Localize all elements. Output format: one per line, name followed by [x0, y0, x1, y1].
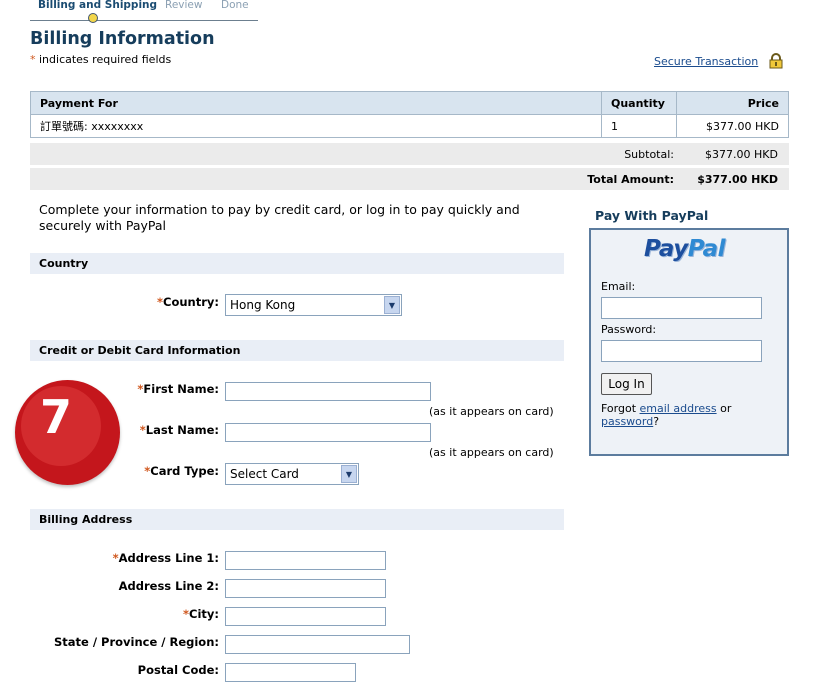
state-label: State / Province / Region:: [53, 635, 219, 649]
last-name-hint: (as it appears on card): [429, 446, 554, 459]
paypal-logo-pal: Pal: [687, 236, 726, 262]
section-title: Credit or Debit Card Information: [39, 344, 241, 357]
address-line-1-label-text: Address Line 1:: [118, 551, 219, 565]
total-row: Total Amount: $377.00 HKD: [30, 168, 789, 190]
required-note: * indicates required fields: [30, 53, 171, 66]
section-title: Country: [39, 257, 89, 270]
col-price: Price: [676, 91, 789, 115]
paypal-password-input[interactable]: [601, 340, 762, 362]
table-header-row: Payment For Quantity Price: [30, 91, 789, 115]
forgot-password-link[interactable]: password: [601, 415, 653, 428]
last-name-label: *Last Name:: [100, 423, 219, 437]
lock-icon: [769, 53, 783, 69]
city-input[interactable]: [225, 607, 386, 626]
checkout-progress: Billing and Shipping Review Done: [30, 0, 258, 23]
country-select[interactable]: Hong Kong ▼: [225, 294, 402, 316]
paypal-password-label: Password:: [601, 323, 657, 336]
card-type-label-text: Card Type:: [150, 464, 219, 478]
col-quantity: Quantity: [601, 91, 677, 115]
first-name-label-text: First Name:: [143, 382, 219, 396]
first-name-input[interactable]: [225, 382, 431, 401]
progress-marker-icon: [88, 13, 98, 23]
required-star-icon: *: [30, 53, 36, 66]
billing-address-section-header: Billing Address: [30, 509, 564, 530]
forgot-suffix: ?: [653, 415, 660, 428]
country-label-text: Country:: [163, 295, 219, 309]
first-name-label: *First Name:: [100, 382, 219, 396]
city-label: *City:: [40, 607, 219, 621]
col-payment-for: Payment For: [30, 91, 602, 115]
item-cell: 訂單號碼: xxxxxxxx: [30, 114, 602, 138]
badge-number: 7: [39, 390, 72, 444]
state-input[interactable]: [225, 635, 410, 654]
last-name-label-text: Last Name:: [145, 423, 219, 437]
price-cell: $377.00 HKD: [676, 114, 789, 138]
required-note-text: indicates required fields: [39, 53, 172, 66]
paypal-title: Pay With PayPal: [595, 208, 709, 223]
total-label: Total Amount:: [587, 173, 674, 186]
payment-table: Payment For Quantity Price 訂單號碼: xxxxxxx…: [30, 91, 789, 138]
paypal-email-input[interactable]: [601, 297, 762, 319]
last-name-input[interactable]: [225, 423, 431, 442]
table-row: 訂單號碼: xxxxxxxx 1 $377.00 HKD: [30, 114, 789, 138]
subtotal-value: $377.00 HKD: [705, 148, 778, 161]
card-type-select[interactable]: Select Card ▼: [225, 463, 359, 485]
country-section-header: Country: [30, 253, 564, 274]
forgot-credentials-text: Forgot email address or password?: [601, 402, 771, 428]
paypal-logo-pay: Pay: [644, 236, 688, 262]
paypal-email-label: Email:: [601, 280, 636, 293]
forgot-prefix: Forgot: [601, 402, 637, 415]
chevron-down-icon: ▼: [341, 465, 357, 483]
secure-transaction-link[interactable]: Secure Transaction: [654, 55, 758, 68]
first-name-hint: (as it appears on card): [429, 405, 554, 418]
city-label-text: City:: [189, 607, 219, 621]
postal-code-input[interactable]: [225, 663, 356, 682]
total-value: $377.00 HKD: [697, 173, 778, 186]
quantity-cell: 1: [601, 114, 677, 138]
card-type-select-value: Select Card: [230, 467, 299, 481]
country-select-value: Hong Kong: [230, 298, 296, 312]
step-billing-shipping: Billing and Shipping: [38, 0, 158, 11]
section-title: Billing Address: [39, 513, 133, 526]
address-line-1-input[interactable]: [225, 551, 386, 570]
paypal-logo: PayPal: [644, 236, 726, 262]
subtotal-label: Subtotal:: [624, 148, 674, 161]
country-label: *Country:: [100, 295, 219, 309]
step-review: Review: [165, 0, 203, 11]
forgot-email-link[interactable]: email address: [640, 402, 717, 415]
intro-text: Complete your information to pay by cred…: [39, 202, 520, 233]
login-button[interactable]: Log In: [601, 373, 652, 395]
step-done: Done: [221, 0, 249, 11]
card-type-label: *Card Type:: [100, 464, 219, 478]
subtotal-row: Subtotal: $377.00 HKD: [30, 143, 789, 165]
card-section-header: Credit or Debit Card Information: [30, 340, 564, 361]
address-line-2-label: Address Line 2:: [118, 579, 219, 593]
address-line-1-label: *Address Line 1:: [40, 551, 219, 565]
chevron-down-icon: ▼: [384, 296, 400, 314]
forgot-or: or: [720, 402, 732, 415]
postal-code-label: Postal Code:: [137, 663, 219, 677]
page-title: Billing Information: [30, 29, 215, 49]
address-line-2-input[interactable]: [225, 579, 386, 598]
